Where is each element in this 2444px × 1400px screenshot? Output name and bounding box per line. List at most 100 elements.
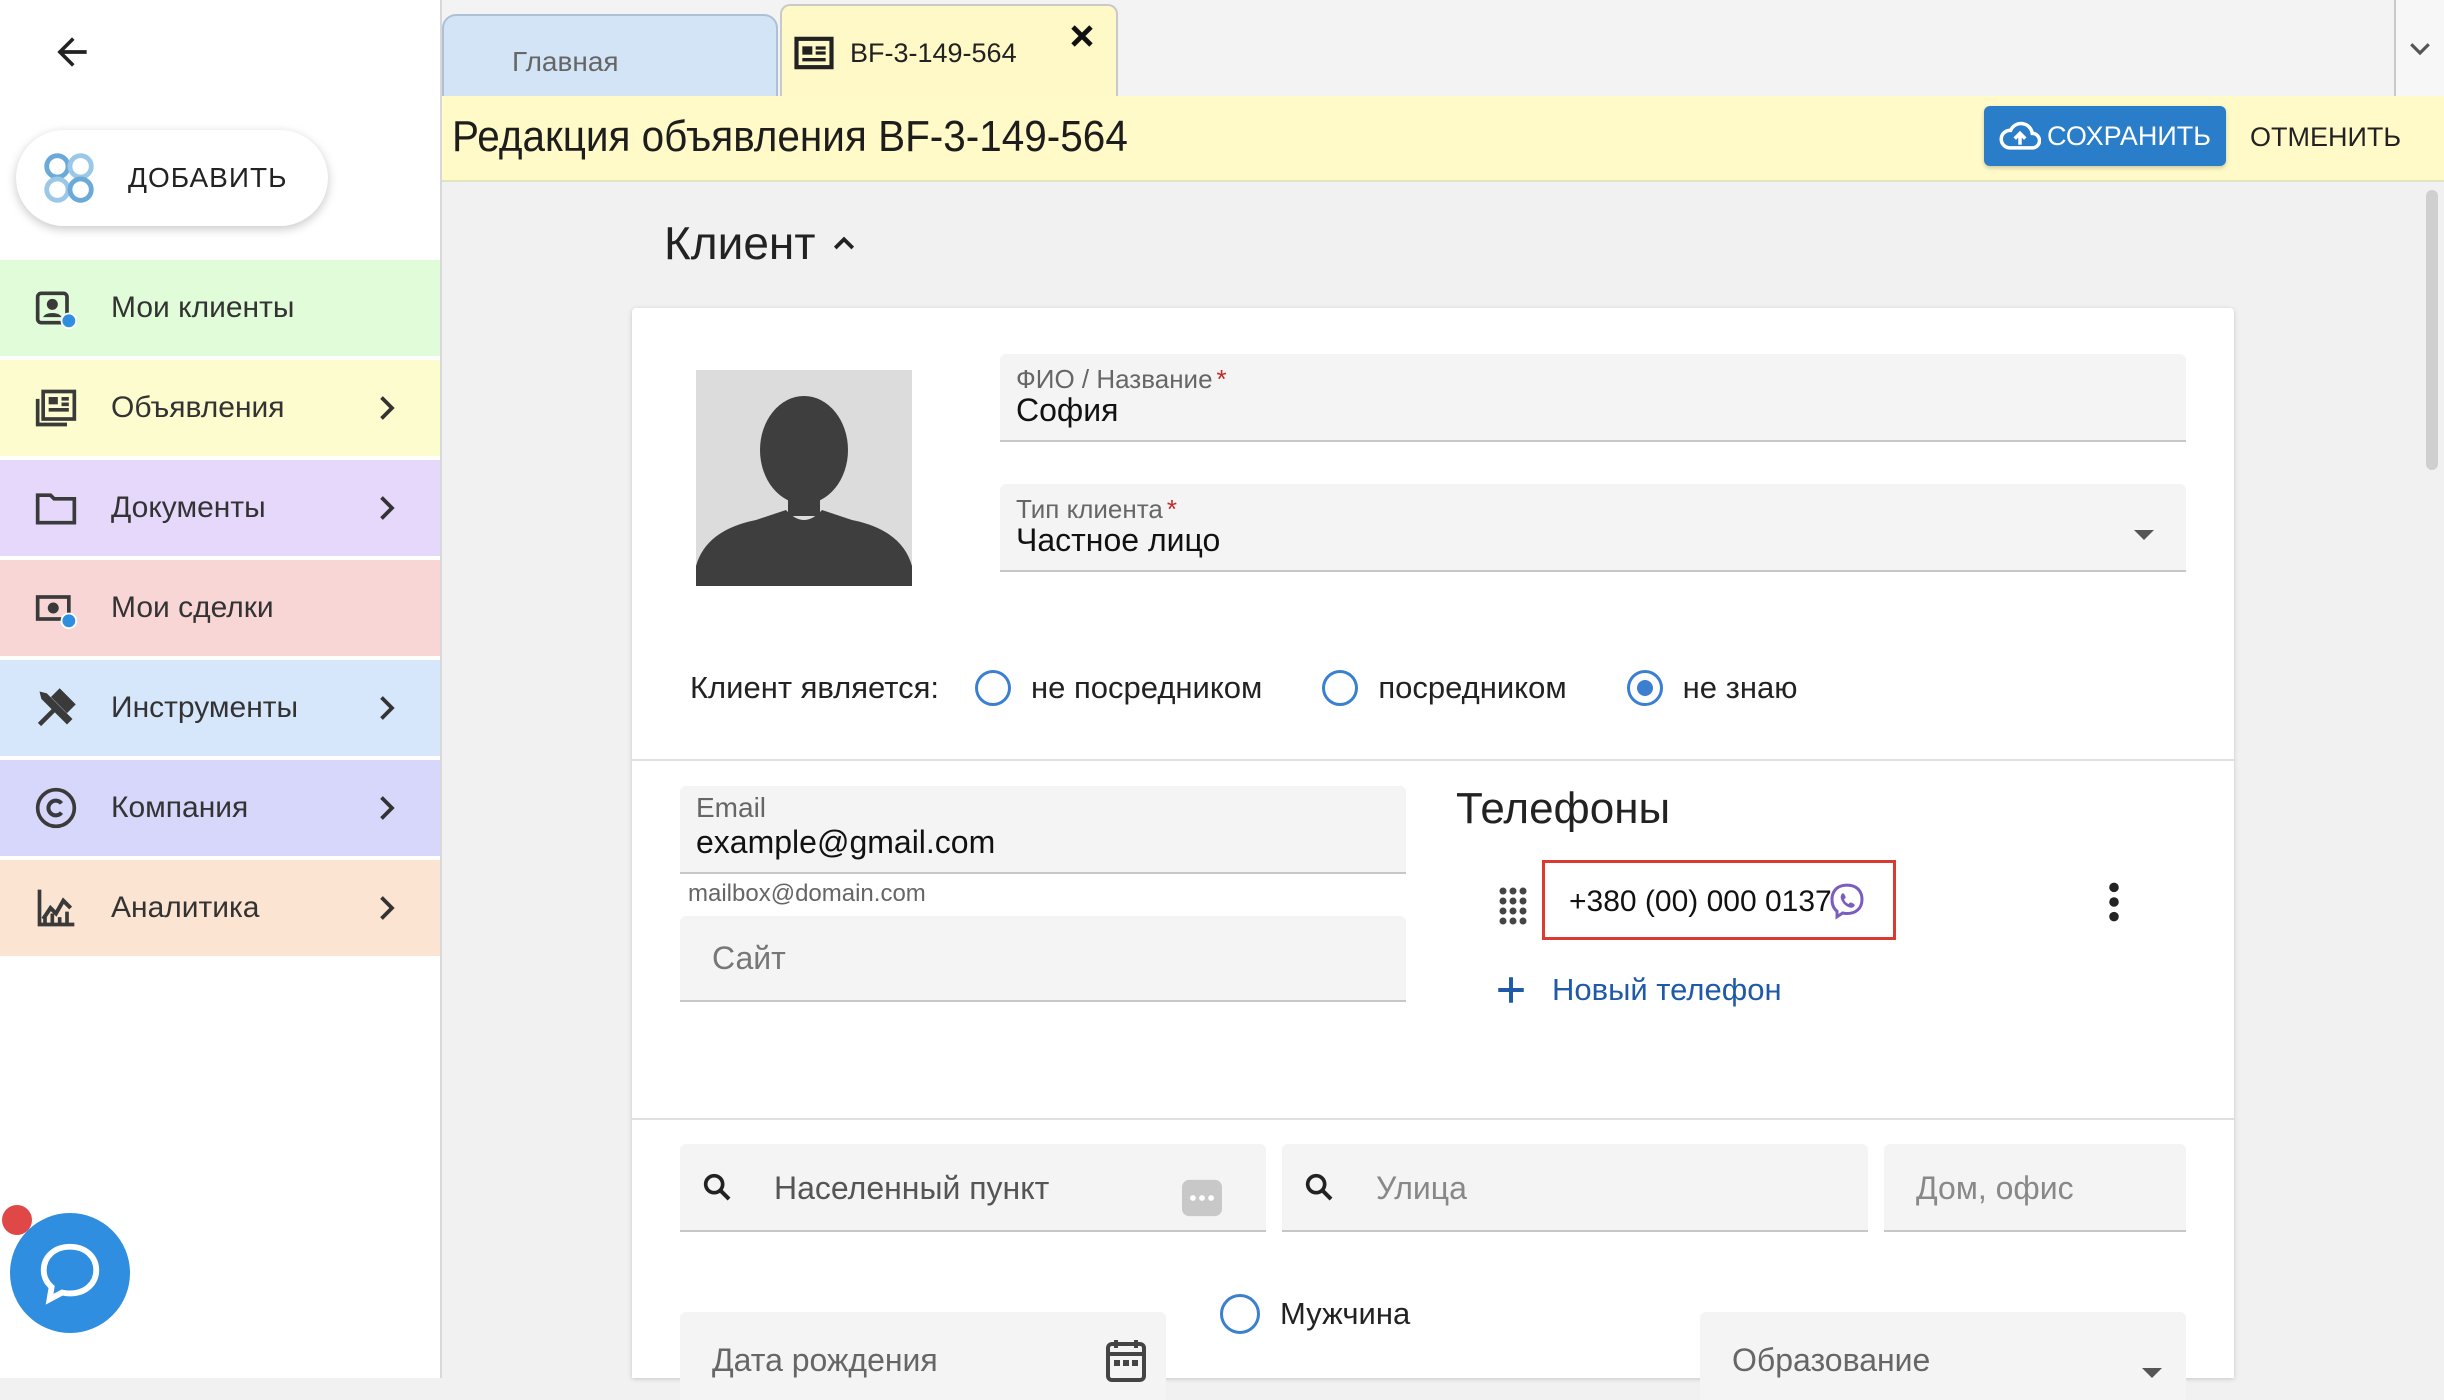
chat-button[interactable] [10,1213,130,1333]
chevron-right-icon [380,496,395,520]
keyboard-dots-icon[interactable] [1180,1178,1224,1218]
site-field[interactable]: Сайт [680,916,1406,1002]
cancel-button[interactable]: ОТМЕНИТЬ [2250,122,2401,153]
tab-bar: Главная BF-3-149-564 [442,0,2444,98]
sidebar-item-label: Объявления [111,391,285,424]
sidebar-item-company[interactable]: Компания [0,760,440,856]
email-field-label: Email [696,792,767,823]
city-input[interactable]: Населенный пункт [680,1144,1266,1232]
client-role-label: Клиент является: [690,670,940,705]
listing-card-icon [794,36,834,70]
page-title: Редакция объявления BF-3-149-564 [452,112,1128,161]
sidebar-item-label: Документы [111,491,266,524]
sidebar-item-label: Инструменты [111,691,299,724]
chevron-down-icon [2410,43,2430,56]
search-icon [703,1173,731,1201]
save-button[interactable]: СОХРАНИТЬ [1984,106,2226,166]
radio-circle [975,670,1012,706]
education-select[interactable]: Образование [1700,1312,2186,1400]
email-hint: mailbox@domain.com [688,880,926,907]
add-phone-button[interactable]: Новый телефон [1494,972,1782,1008]
main-scrollbar[interactable] [2422,182,2444,1378]
close-icon[interactable] [1064,18,1100,54]
sidebar-item-listings[interactable]: Объявления [0,360,440,456]
client-type-select[interactable]: Тип клиента * Частное лицо [1000,484,2186,572]
sidebar-item-label: Компания [111,791,249,824]
divider [632,759,2234,761]
radio-label: Мужчина [1280,1296,1411,1331]
name-field[interactable]: ФИО / Название * София [1000,354,2186,442]
calendar-icon[interactable] [1106,1338,1146,1382]
person-silhouette-icon [696,396,912,586]
analytics-icon [37,889,75,927]
drag-handle-icon[interactable] [1498,886,1528,926]
client-avatar[interactable] [696,370,912,586]
radio-circle [1220,1294,1260,1334]
city-placeholder: Населенный пункт [774,1170,1050,1206]
client-role-group: Клиент является: не посредником посредни… [690,664,1797,712]
plus-icon [1498,977,1524,1003]
radio-circle-checked [1626,670,1663,706]
radio-male[interactable]: Мужчина [1220,1294,1410,1334]
sidebar-nav: Мои клиенты Объявления Документы Мои сде… [0,260,440,960]
sidebar-item-clients[interactable]: Мои клиенты [0,260,440,356]
viber-icon[interactable] [1827,881,1867,921]
radio-unknown[interactable]: не знаю [1626,670,1798,706]
radio-circle [1322,670,1359,706]
scrollbar-thumb[interactable] [2426,190,2438,470]
cloud-upload-icon [1999,121,2041,150]
birth-date-placeholder: Дата рождения [712,1342,938,1378]
save-button-label: СОХРАНИТЬ [2046,120,2212,151]
sidebar-item-documents[interactable]: Документы [0,460,440,556]
name-field-label: ФИО / Название [1016,364,1213,394]
house-input[interactable]: Дом, офис [1884,1144,2186,1232]
arrow-left-icon [57,37,87,67]
listings-icon [35,389,77,427]
tab-home[interactable]: Главная [442,14,778,96]
radio-label: посредником [1378,670,1567,705]
chevron-right-icon [380,896,395,920]
clients-icon [35,291,78,330]
add-button[interactable]: ДОБАВИТЬ [16,130,328,226]
radio-intermediary[interactable]: посредником [1322,670,1567,706]
copyright-icon [35,787,77,829]
sidebar-item-deals[interactable]: Мои сделки [0,560,440,656]
email-field[interactable]: Email example@gmail.com [680,786,1406,874]
search-icon [1305,1173,1333,1201]
title-bar: Редакция объявления BF-3-149-564 СОХРАНИ… [442,96,2444,182]
more-vert-icon[interactable] [2094,880,2134,924]
add-phone-label: Новый телефон [1552,972,1782,1007]
client-card: ФИО / Название * София Тип клиента * Частн… [632,308,2234,1400]
sidebar-item-label: Мои сделки [111,591,274,624]
back-button[interactable] [42,22,102,82]
phone-number: +380 (00) 000 0137 [1569,885,1832,918]
phones-title: Телефоны [1456,784,1671,833]
deals-icon [35,595,78,630]
phone-entry[interactable]: +380 (00) 000 0137 [1542,860,1896,940]
tab-listing-edit[interactable]: BF-3-149-564 [780,4,1118,98]
required-mark: * [1166,494,1177,524]
tabs-menu-button[interactable] [2394,0,2444,96]
birth-date-input[interactable]: Дата рождения [680,1312,1166,1400]
sidebar-item-tools[interactable]: Инструменты [0,660,440,756]
email-field-value: example@gmail.com [696,824,996,860]
sidebar-item-analytics[interactable]: Аналитика [0,860,440,956]
street-placeholder: Улица [1376,1170,1467,1206]
folder-icon [35,493,77,525]
chat-bubble-icon [40,1243,100,1305]
chevron-right-icon [380,796,395,820]
section-client-header[interactable]: Клиент [664,216,859,270]
sidebar: ДОБАВИТЬ Мои клиенты Объявления Документ… [0,0,442,1378]
section-title: Клиент [664,217,816,269]
add-logo-icon [44,153,94,203]
name-field-value: София [1016,392,1119,428]
chevron-right-icon [380,696,395,720]
street-input[interactable]: Улица [1282,1144,1868,1232]
tab-home-label: Главная [512,46,619,77]
radio-not-intermediary[interactable]: не посредником [975,670,1262,706]
radio-label: не знаю [1682,670,1798,705]
tab-listing-label: BF-3-149-564 [850,38,1017,68]
site-placeholder: Сайт [712,940,786,976]
chevron-up-icon [834,236,855,250]
sidebar-item-label: Аналитика [111,891,260,924]
